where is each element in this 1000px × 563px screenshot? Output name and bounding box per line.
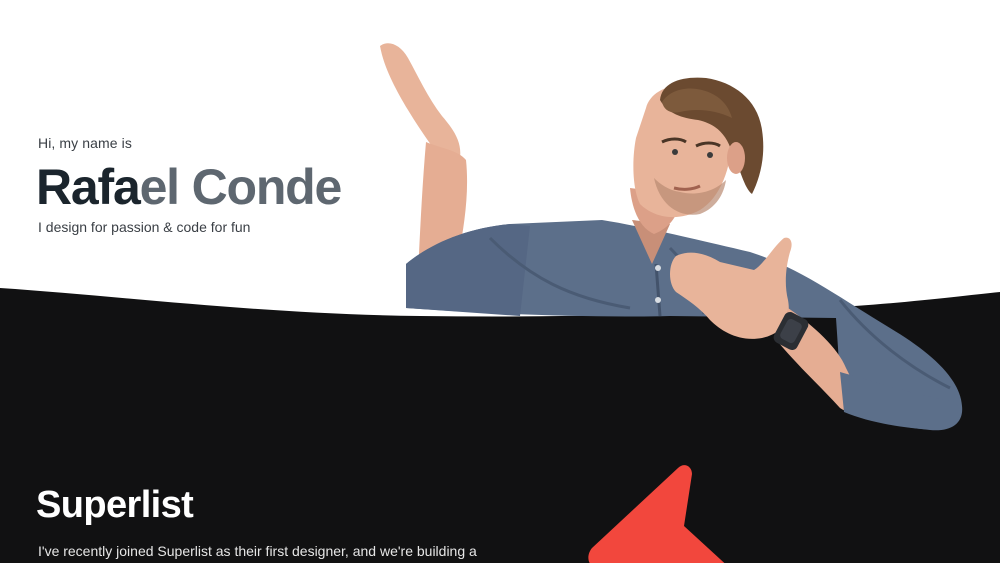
hero-intro: Hi, my name is xyxy=(38,135,132,151)
section-description: I've recently joined Superlist as their … xyxy=(38,543,477,559)
arrow-cursor-icon xyxy=(588,465,725,563)
hero-tagline: I design for passion & code for fun xyxy=(38,219,251,235)
portfolio-page: Hi, my name is Rafael Conde I design for… xyxy=(0,0,1000,563)
section-title: Superlist xyxy=(36,484,194,526)
hero-name-second-part: el Conde xyxy=(139,159,343,215)
person-photo xyxy=(380,43,963,431)
hero-name-first-part: Rafa xyxy=(36,159,141,215)
hero-name: Rafael Conde xyxy=(36,158,343,216)
